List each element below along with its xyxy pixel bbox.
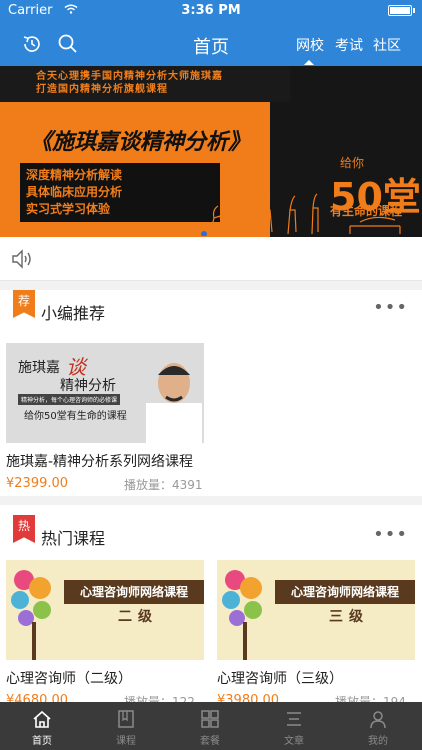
section-title: 热门课程 [41, 529, 106, 548]
thumb-level: 二级 [118, 609, 158, 625]
thumb-text-slogan: 给你50堂有生命的课程 [24, 411, 127, 422]
tab-kaoshi[interactable]: 考试 [335, 35, 363, 55]
banner-main-title: 《施琪嘉谈精神分析》 [30, 130, 251, 155]
course-plays: 播放量：4391 [124, 478, 203, 492]
section-editor-pick: 荐 小编推荐 ••• 施琪嘉 谈 精神分析 精神分析，每个心理咨询师的必修课 给… [0, 290, 422, 496]
recommend-flag-icon: 荐 [13, 290, 35, 318]
thumb-band: 心理咨询师网络课程 [275, 580, 415, 604]
course-price: ¥2399.00 [6, 476, 69, 491]
course-thumbnail: 心理咨询师网络课程 二级 [6, 560, 204, 660]
grid-icon [201, 710, 219, 728]
tab-label: 课程 [116, 736, 136, 747]
more-icon[interactable]: ••• [373, 299, 408, 317]
tab-label: 套餐 [200, 736, 220, 747]
course-name: 心理咨询师（二级） [6, 671, 132, 687]
tab-home[interactable]: 首页 [0, 702, 84, 750]
banner-tagline-2: 具体临床应用分析 [26, 185, 123, 199]
thumb-level: 三级 [329, 609, 369, 625]
course-card[interactable]: 心理咨询师网络课程 三级 心理咨询师（三级） ¥3980.00 播放量：194 [217, 560, 417, 709]
top-navbar: 首页 网校 考试 社区 [0, 22, 422, 66]
thumb-text-subtitle: 精神分析，每个心理咨询师的必修课 [18, 394, 121, 405]
status-bar: Carrier 3:36 PM [0, 0, 422, 22]
history-clock-icon[interactable] [20, 32, 44, 56]
banner-header: 合天心理携手国内精神分析大师施琪嘉 打造国内精神分析旗舰课程 [36, 70, 223, 96]
course-card[interactable]: 施琪嘉 谈 精神分析 精神分析，每个心理咨询师的必修课 给你50堂有生命的课程 … [6, 343, 206, 493]
banner-header-line2: 打造国内精神分析旗舰课程 [36, 84, 168, 95]
book-icon [118, 710, 134, 728]
tab-packages[interactable]: 套餐 [168, 702, 252, 750]
battery-tip [413, 8, 415, 13]
colorful-tree-graphic [222, 570, 262, 660]
tab-wangxiao[interactable]: 网校 [296, 35, 324, 55]
clock-time: 3:36 PM [181, 3, 241, 18]
home-icon [33, 710, 51, 728]
bottom-tabbar: 首页 课程 套餐 文章 我的 [0, 702, 422, 750]
course-name: 心理咨询师（三级） [217, 671, 343, 687]
tab-profile[interactable]: 我的 [336, 702, 420, 750]
course-name: 施琪嘉-精神分析系列网络课程 [6, 454, 194, 470]
course-thumbnail: 心理咨询师网络课程 三级 [217, 560, 415, 660]
profile-icon [370, 711, 386, 729]
section-title: 小编推荐 [41, 304, 106, 323]
course-thumbnail: 施琪嘉 谈 精神分析 精神分析，每个心理咨询师的必修课 给你50堂有生命的课程 [6, 343, 204, 443]
course-card[interactable]: 心理咨询师网络课程 二级 心理咨询师（二级） ¥4680.00 播放量：122 [6, 560, 206, 709]
promo-banner[interactable]: 合天心理携手国内精神分析大师施琪嘉 打造国内精神分析旗舰课程 《施琪嘉谈精神分析… [0, 66, 422, 237]
tab-label: 首页 [32, 736, 52, 747]
colorful-tree-graphic [11, 570, 51, 660]
speaker-icon [12, 249, 31, 269]
hot-flag-icon: 热 [13, 515, 35, 543]
tab-label: 我的 [368, 736, 388, 747]
badge-text: 有生命的课程 [330, 204, 403, 218]
thumb-text-topic: 精神分析 [60, 378, 116, 394]
banner-tagline-1: 深度精神分析解读 [26, 168, 123, 182]
notice-bar[interactable] [0, 237, 422, 281]
lecturer-portrait [146, 363, 202, 443]
tab-articles[interactable]: 文章 [252, 702, 336, 750]
search-icon[interactable] [56, 32, 80, 56]
battery-icon [388, 5, 412, 16]
tab-courses[interactable]: 课程 [84, 702, 168, 750]
article-icon [287, 712, 301, 726]
more-icon[interactable]: ••• [373, 526, 408, 544]
active-tab-indicator [304, 60, 314, 65]
tab-shequ[interactable]: 社区 [373, 35, 401, 55]
banner-header-line1: 合天心理携手国内精神分析大师施琪嘉 [36, 71, 223, 82]
banner-tagline-3: 实习式学习体验 [26, 202, 111, 216]
tab-label: 文章 [284, 736, 304, 747]
section-hot-courses: 热 热门课程 ••• 心理咨询师网络课程 二级 心理咨询师（二级） ¥4680.… [0, 505, 422, 709]
banner-taglines: 深度精神分析解读 具体临床应用分析 实习式学习体验 [20, 163, 220, 222]
thumb-text-name: 施琪嘉 [18, 360, 60, 376]
thumb-band: 心理咨询师网络课程 [64, 580, 204, 604]
